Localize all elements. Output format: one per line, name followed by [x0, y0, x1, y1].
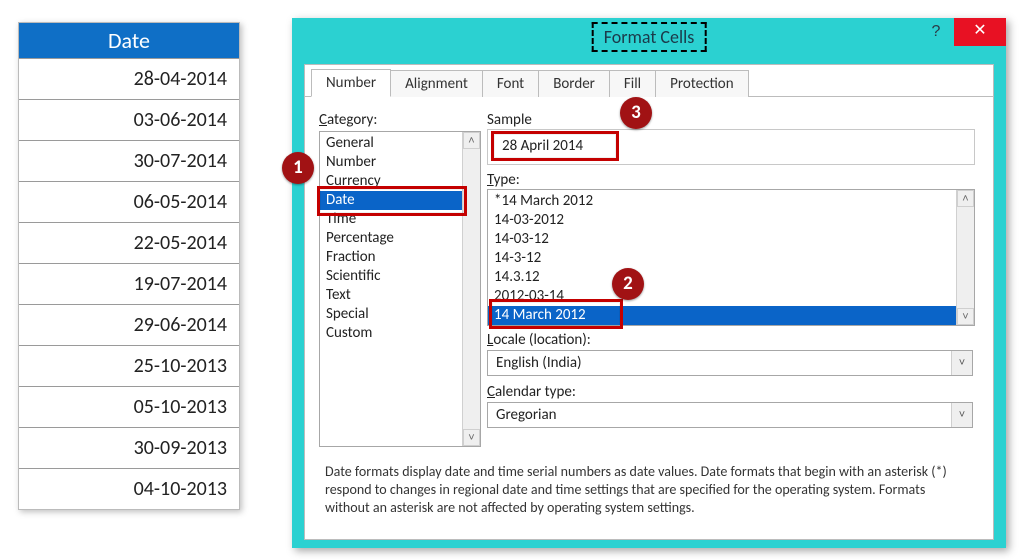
category-item-text[interactable]: Text: [320, 286, 480, 305]
number-panel: Category: General Number Currency Accoun…: [315, 105, 983, 533]
scrollbar[interactable]: ˄ ˅: [956, 190, 974, 325]
scroll-up-icon[interactable]: ˄: [957, 190, 974, 207]
locale-value: English (India): [488, 351, 972, 375]
dialog-titlebar[interactable]: Format Cells ? ✕: [292, 18, 1006, 54]
tab-alignment[interactable]: Alignment: [390, 70, 483, 97]
scroll-down-icon[interactable]: ˅: [463, 429, 480, 446]
category-item-time[interactable]: Time: [320, 210, 480, 229]
close-button[interactable]: ✕: [954, 18, 1006, 46]
type-item[interactable]: 14-03-2012: [488, 211, 974, 230]
chevron-down-icon[interactable]: ˅: [951, 351, 972, 375]
type-item[interactable]: 14.3.12: [488, 268, 974, 287]
type-items: *14 March 2012 14-03-2012 14-03-12 14-3-…: [488, 190, 974, 326]
excel-column: Date 28-04-2014 03-06-2014 30-07-2014 06…: [18, 22, 240, 510]
scroll-up-icon[interactable]: ˄: [463, 132, 480, 149]
type-label: Type:: [487, 171, 520, 189]
category-item-percentage[interactable]: Percentage: [320, 229, 480, 248]
dialog-title: Format Cells: [592, 22, 707, 52]
cell[interactable]: 28-04-2014: [19, 58, 239, 99]
cell[interactable]: 19-07-2014: [19, 263, 239, 304]
cell[interactable]: 04-10-2013: [19, 468, 239, 509]
type-item[interactable]: 14-03-12: [488, 230, 974, 249]
category-item-general[interactable]: General: [320, 134, 480, 153]
cell[interactable]: 22-05-2014: [19, 222, 239, 263]
calendar-type-value: Gregorian: [488, 403, 972, 427]
screenshot-stage: Date 28-04-2014 03-06-2014 30-07-2014 06…: [0, 0, 1024, 560]
type-item-selected[interactable]: 14 March 2012: [488, 306, 974, 325]
tab-border[interactable]: Border: [538, 70, 610, 97]
scrollbar[interactable]: ˄ ˅: [462, 132, 480, 446]
cell[interactable]: 25-10-2013: [19, 345, 239, 386]
category-label: Category:: [319, 111, 377, 129]
locale-label: Locale (location):: [487, 331, 591, 349]
category-item-date[interactable]: Date: [320, 191, 480, 210]
cell[interactable]: 03-06-2014: [19, 99, 239, 140]
dialog-body: Number Alignment Font Border Fill Protec…: [304, 64, 994, 540]
cell[interactable]: 30-07-2014: [19, 140, 239, 181]
cell[interactable]: 05-10-2013: [19, 386, 239, 427]
tab-font[interactable]: Font: [482, 70, 539, 97]
type-item[interactable]: *14 March 2012: [488, 192, 974, 211]
category-listbox[interactable]: General Number Currency Accounting Date …: [319, 131, 481, 447]
tabs: Number Alignment Font Border Fill Protec…: [305, 65, 993, 97]
format-cells-dialog: Format Cells ? ✕ Number Alignment Font B…: [292, 18, 1006, 548]
category-item-currency[interactable]: Currency: [320, 172, 480, 191]
category-item-scientific[interactable]: Scientific: [320, 267, 480, 286]
category-item-special[interactable]: Special: [320, 305, 480, 324]
calendar-type-label: Calendar type:: [487, 383, 576, 401]
cell[interactable]: 06-05-2014: [19, 181, 239, 222]
category-item-fraction[interactable]: Fraction: [320, 248, 480, 267]
category-item-number[interactable]: Number: [320, 153, 480, 172]
calendar-type-combo[interactable]: Gregorian ˅: [487, 402, 973, 428]
window-controls: ? ✕: [918, 18, 1006, 46]
info-text: Date formats display date and time seria…: [325, 463, 973, 517]
category-item-custom[interactable]: Custom: [320, 324, 480, 343]
scroll-down-icon[interactable]: ˅: [957, 308, 974, 325]
locale-combo[interactable]: English (India) ˅: [487, 350, 973, 376]
tab-protection[interactable]: Protection: [655, 70, 748, 97]
help-button[interactable]: ?: [918, 18, 954, 46]
sample-value: 28 April 2014: [496, 136, 589, 156]
chevron-down-icon[interactable]: ˅: [951, 403, 972, 427]
column-header-date[interactable]: Date: [19, 23, 239, 58]
type-item[interactable]: 14-3-12: [488, 249, 974, 268]
tab-number[interactable]: Number: [311, 69, 391, 97]
sample-box: 28 April 2014: [487, 129, 975, 165]
category-items: General Number Currency Accounting Date …: [320, 132, 480, 345]
type-listbox[interactable]: *14 March 2012 14-03-2012 14-03-12 14-3-…: [487, 189, 975, 326]
cell[interactable]: 30-09-2013: [19, 427, 239, 468]
type-item[interactable]: 2012-03-14: [488, 287, 974, 306]
cell[interactable]: 29-06-2014: [19, 304, 239, 345]
tab-fill[interactable]: Fill: [609, 70, 656, 97]
sample-label: Sample: [487, 111, 532, 129]
